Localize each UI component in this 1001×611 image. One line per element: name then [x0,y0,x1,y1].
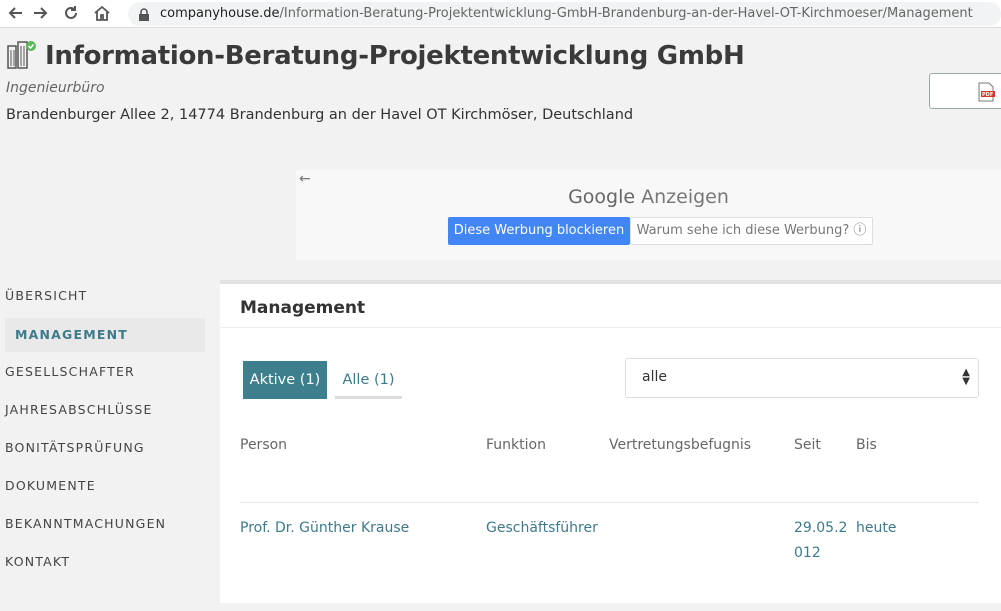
url-text: companyhouse.de/Information-Beratung-Pro… [160,6,973,21]
table-divider [240,502,979,503]
sidebar-item-uebersicht[interactable]: ÜBERSICHT [5,288,88,303]
company-address: Brandenburger Allee 2, 14774 Brandenburg… [6,107,634,123]
pdf-icon: PDF [976,82,996,102]
company-type: Ingenieurbüro [6,80,105,96]
ad-back-arrow-icon[interactable]: ← [299,171,311,187]
block-ad-button[interactable]: Diese Werbung blockieren [448,217,630,245]
tab-alle[interactable]: Alle (1) [335,361,402,399]
company-verified-icon [6,40,36,70]
column-header-funktion: Funktion [486,437,546,453]
bis-cell: heute [856,520,897,536]
divider [220,327,1001,328]
why-this-ad-button[interactable]: Warum sehe ich diese Werbung? ⓘ [630,217,873,245]
sidebar-item-jahresabschluesse[interactable]: JAHRESABSCHLÜSSE [5,402,153,417]
panel-heading: Management [240,298,366,318]
function-filter-select[interactable]: alle ▲ ▼ [625,358,979,398]
home-icon[interactable] [92,4,112,24]
ad-title: Google Anzeigen [568,186,729,208]
ad-banner: ← Google Anzeigen Diese Werbung blockier… [296,170,1001,260]
seit-cell: 29.05.2012 [794,520,848,561]
column-header-vertretungsbefugnis: Vertretungsbefugnis [609,437,752,453]
sidebar-item-bekanntmachungen[interactable]: BEKANNTMACHUNGEN [5,516,166,531]
sidebar-item-management[interactable]: MANAGEMENT [5,318,205,352]
pdf-download-button[interactable]: PDF [929,73,1001,109]
tab-aktive[interactable]: Aktive (1) [243,361,327,399]
svg-text:PDF: PDF [982,92,993,98]
forward-arrow-icon[interactable] [30,4,50,24]
column-header-bis: Bis [856,437,877,453]
select-arrows-icon: ▲ ▼ [962,367,970,387]
person-link[interactable]: Prof. Dr. Günther Krause [240,520,409,536]
sidebar-item-dokumente[interactable]: DOKUMENTE [5,478,96,493]
company-title: Information-Beratung-Projektentwicklung … [45,41,745,71]
address-bar[interactable]: companyhouse.de/Information-Beratung-Pro… [128,2,1001,26]
column-header-seit: Seit [794,437,821,453]
sidebar-item-bonitaetspruefung[interactable]: BONITÄTSPRÜFUNG [5,440,145,455]
reload-icon[interactable] [61,4,81,24]
column-header-person: Person [240,437,288,453]
sidebar-item-gesellschafter[interactable]: GESELLSCHAFTER [5,364,135,379]
sidebar-item-kontakt[interactable]: KONTAKT [5,554,70,569]
management-panel: Management Aktive (1) Alle (1) alle ▲ ▼ P… [220,280,1001,603]
filter-selected-value: alle [642,369,667,385]
browser-toolbar: companyhouse.de/Information-Beratung-Pro… [0,0,1001,28]
function-cell[interactable]: Geschäftsführer [486,520,598,536]
lock-icon [138,7,150,21]
back-arrow-icon[interactable] [6,4,26,24]
